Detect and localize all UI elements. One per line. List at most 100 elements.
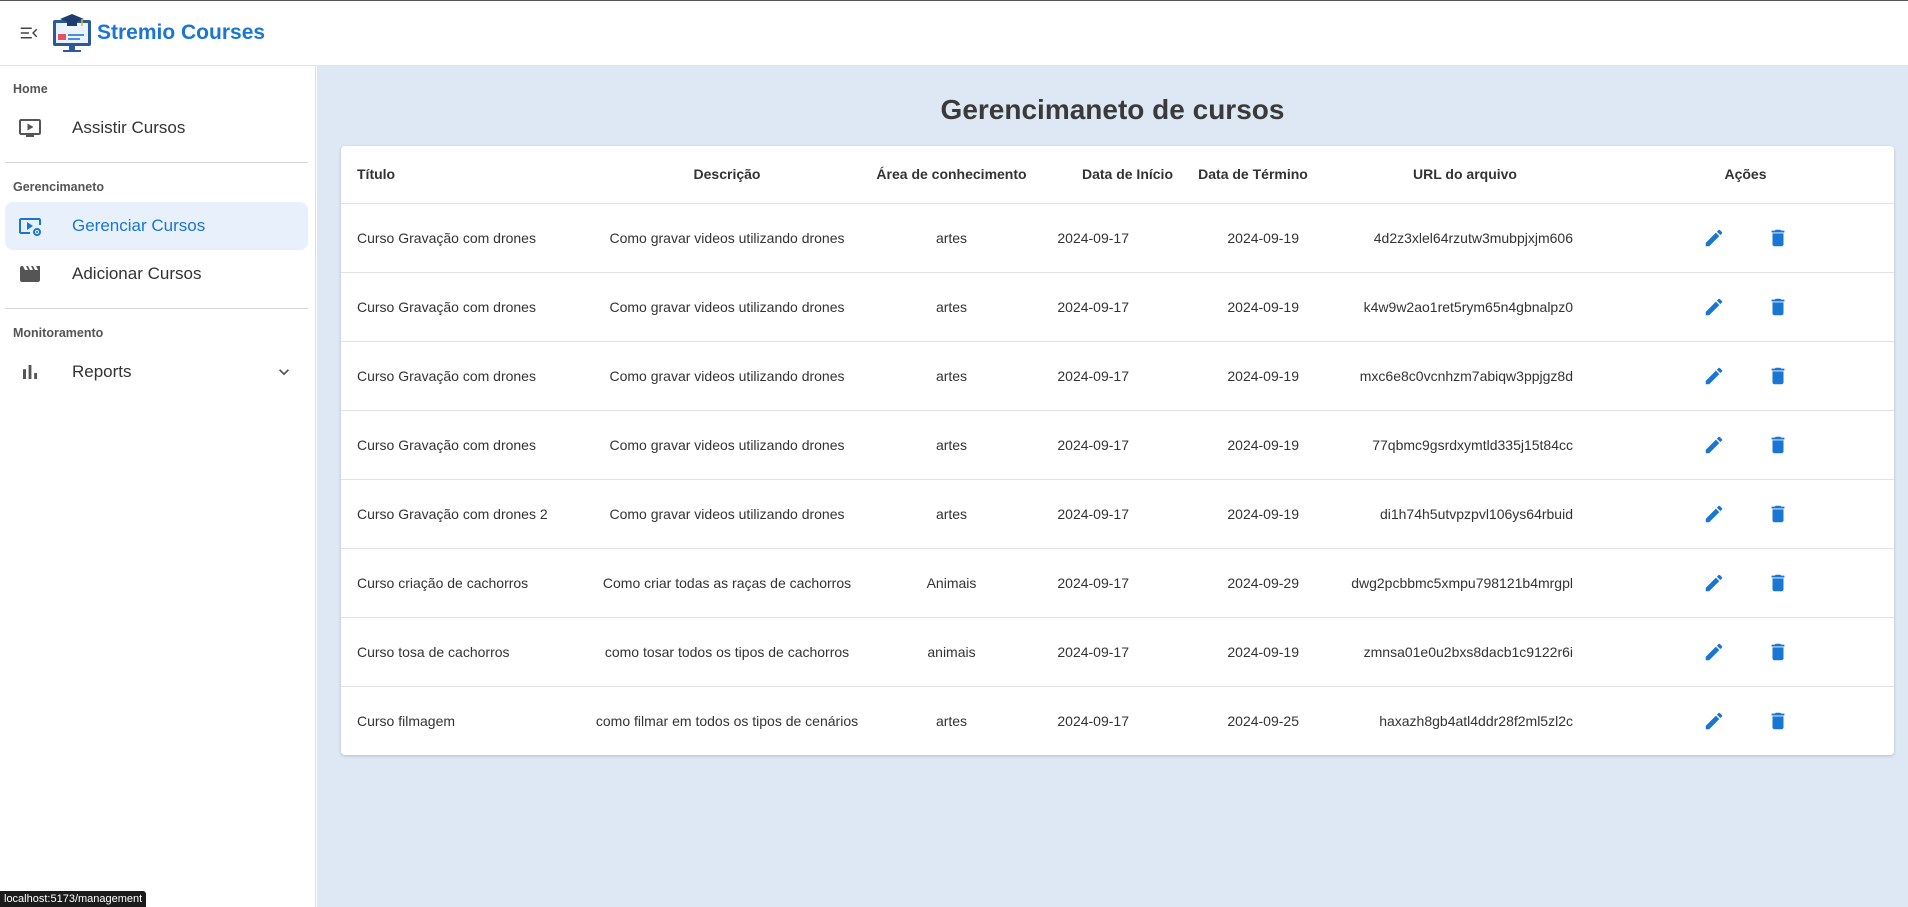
cell-data-inicio: 2024-09-17 bbox=[1043, 272, 1173, 342]
cell-area: artes bbox=[860, 203, 1043, 273]
cell-data-inicio: 2024-09-17 bbox=[1043, 548, 1173, 618]
table-row: Curso Gravação com drones Como gravar vid… bbox=[341, 203, 1894, 273]
cell-descricao: Como gravar videos utilizando drones bbox=[594, 272, 860, 342]
cell-titulo: Curso Gravação com drones bbox=[341, 272, 594, 342]
sidebar-item-reports[interactable]: Reports bbox=[5, 348, 308, 396]
cell-acoes bbox=[1597, 203, 1894, 273]
brand-logo[interactable] bbox=[51, 12, 93, 54]
cell-data-inicio: 2024-09-17 bbox=[1043, 617, 1173, 687]
cell-area: artes bbox=[860, 341, 1043, 411]
cell-data-inicio: 2024-09-17 bbox=[1043, 203, 1173, 273]
video-play-icon bbox=[17, 115, 43, 141]
table-row: Curso Gravação com drones Como gravar vid… bbox=[341, 272, 1894, 342]
menu-collapse-icon[interactable] bbox=[17, 21, 41, 45]
cell-titulo: Curso criação de cachorros bbox=[341, 548, 594, 618]
cell-data-termino: 2024-09-19 bbox=[1173, 479, 1333, 549]
sidebar-item-assistir-cursos[interactable]: Assistir Cursos bbox=[5, 104, 308, 152]
cell-titulo: Curso Gravação com drones bbox=[341, 341, 594, 411]
table-row: Curso criação de cachorros Como criar tod… bbox=[341, 548, 1894, 618]
edit-icon[interactable] bbox=[1702, 640, 1726, 664]
column-header-acoes: Ações bbox=[1597, 146, 1894, 204]
edit-icon[interactable] bbox=[1702, 433, 1726, 457]
bar-chart-icon bbox=[17, 359, 43, 385]
edit-icon[interactable] bbox=[1702, 226, 1726, 250]
column-header-url[interactable]: URL do arquivo bbox=[1333, 146, 1597, 204]
cell-url: haxazh8gb4atl4ddr28f2ml5zl2c bbox=[1379, 712, 1573, 729]
cell-acoes bbox=[1597, 272, 1894, 342]
delete-icon[interactable] bbox=[1766, 364, 1790, 388]
courses-table: Título Descrição Área de conhecimento Da… bbox=[341, 146, 1894, 755]
table-row: Curso tosa de cachorros como tosar todos … bbox=[341, 617, 1894, 687]
app-bar: Stremio Courses bbox=[0, 0, 1908, 66]
delete-icon[interactable] bbox=[1766, 433, 1790, 457]
cell-url: zmnsa01e0u2bxs8dacb1c9122r6i bbox=[1333, 617, 1597, 687]
cell-descricao: Como gravar videos utilizando drones bbox=[594, 410, 860, 480]
cell-titulo: Curso tosa de cachorros bbox=[341, 617, 594, 687]
cell-data-termino: 2024-09-19 bbox=[1173, 410, 1333, 480]
cell-titulo: Curso filmagem bbox=[357, 712, 456, 729]
column-header-descricao[interactable]: Descrição bbox=[594, 146, 860, 204]
sidebar-item-adicionar-cursos[interactable]: Adicionar Cursos bbox=[5, 250, 308, 298]
column-header-data-termino[interactable]: Data de Término bbox=[1173, 146, 1333, 204]
column-header-titulo[interactable]: Título bbox=[341, 146, 594, 204]
edit-icon[interactable] bbox=[1702, 502, 1726, 526]
column-header-area[interactable]: Área de conhecimento bbox=[860, 146, 1043, 204]
section-title-monitoramento: Monitoramento bbox=[13, 326, 104, 340]
sidebar-item-label: Assistir Cursos bbox=[72, 118, 186, 137]
delete-icon[interactable] bbox=[1766, 709, 1790, 733]
cell-acoes bbox=[1597, 548, 1894, 618]
cell-acoes bbox=[1597, 479, 1894, 549]
courses-table-card: Título Descrição Área de conhecimento Da… bbox=[341, 146, 1894, 755]
sidebar-item-label: Adicionar Cursos bbox=[72, 264, 202, 283]
delete-icon[interactable] bbox=[1766, 502, 1790, 526]
video-settings-icon bbox=[17, 213, 43, 239]
section-title-home: Home bbox=[13, 82, 48, 96]
cell-url: di1h74h5utvpzpvl106ys64rbuid bbox=[1333, 479, 1597, 549]
table-row: Curso Gravação com drones Como gravar vid… bbox=[341, 341, 1894, 411]
cell-area: artes bbox=[860, 272, 1043, 342]
table-row: Curso filmagem como filmar em todos os ti… bbox=[341, 686, 1894, 755]
delete-icon[interactable] bbox=[1766, 571, 1790, 595]
sidebar-item-label: Reports bbox=[72, 362, 132, 381]
cell-area: animais bbox=[860, 617, 1043, 687]
cell-titulo: Curso Gravação com drones bbox=[341, 203, 594, 273]
table-row: Curso Gravação com drones 2 Como gravar v… bbox=[341, 479, 1894, 549]
cell-data-termino: 2024-09-29 bbox=[1173, 548, 1333, 618]
cell-url: 4d2z3xlel64rzutw3mubpjxjm606 bbox=[1333, 203, 1597, 273]
edit-icon[interactable] bbox=[1702, 571, 1726, 595]
edit-icon[interactable] bbox=[1702, 709, 1726, 733]
cell-data-termino: 2024-09-25 bbox=[1227, 712, 1299, 729]
cell-acoes bbox=[1597, 617, 1894, 687]
cell-acoes bbox=[1597, 686, 1894, 755]
cell-descricao: Como gravar videos utilizando drones bbox=[594, 479, 860, 549]
clapperboard-icon bbox=[17, 261, 43, 287]
delete-icon[interactable] bbox=[1766, 640, 1790, 664]
sidebar-item-gerenciar-cursos[interactable]: Gerenciar Cursos bbox=[5, 202, 308, 250]
table-row: Curso Gravação com drones Como gravar vid… bbox=[341, 410, 1894, 480]
cell-data-termino: 2024-09-19 bbox=[1173, 272, 1333, 342]
delete-icon[interactable] bbox=[1766, 226, 1790, 250]
cell-descricao: Como gravar videos utilizando drones bbox=[594, 341, 860, 411]
cell-url: mxc6e8c0vcnhzm7abiqw3ppjgz8d bbox=[1333, 341, 1597, 411]
cell-url: dwg2pcbbmc5xmpu798121b4mrgpl bbox=[1333, 548, 1597, 618]
column-header-data-inicio[interactable]: Data de Início bbox=[1043, 146, 1173, 204]
table-header-row: Título Descrição Área de conhecimento Da… bbox=[341, 146, 1894, 204]
cell-data-inicio: 2024-09-17 bbox=[1043, 479, 1173, 549]
edit-icon[interactable] bbox=[1702, 295, 1726, 319]
cell-area: Animais bbox=[860, 548, 1043, 618]
cell-url: 77qbmc9gsrdxymtld335j15t84cc bbox=[1333, 410, 1597, 480]
section-title-gerencimaneto: Gerencimaneto bbox=[13, 180, 105, 194]
cell-area: artes bbox=[860, 479, 1043, 549]
sidebar-item-label: Gerenciar Cursos bbox=[72, 216, 206, 235]
status-bar-url: localhost:5173/management bbox=[0, 891, 147, 907]
cell-url: k4w9w2ao1ret5rym65n4gbnalpz0 bbox=[1333, 272, 1597, 342]
brand-title[interactable]: Stremio Courses bbox=[97, 21, 265, 45]
cell-data-inicio: 2024-09-17 bbox=[1043, 410, 1173, 480]
cell-descricao: Como gravar videos utilizando drones bbox=[594, 203, 860, 273]
chevron-down-icon[interactable] bbox=[274, 362, 294, 382]
edit-icon[interactable] bbox=[1702, 364, 1726, 388]
cell-descricao: como filmar em todos os tipos de cenário… bbox=[595, 712, 859, 729]
page-title: Gerencimaneto de cursos bbox=[940, 94, 1285, 125]
delete-icon[interactable] bbox=[1766, 295, 1790, 319]
cell-acoes bbox=[1597, 341, 1894, 411]
